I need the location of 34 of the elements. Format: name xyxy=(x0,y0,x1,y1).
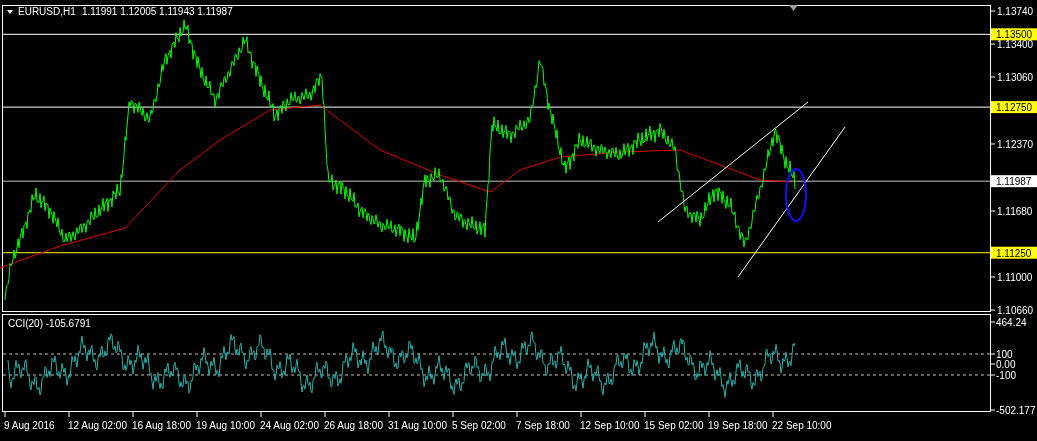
time-axis-label: 12 Sep 10:00 xyxy=(580,420,640,431)
price-axis-label: 1.13400 xyxy=(997,39,1034,50)
time-axis-label: 26 Aug 18:00 xyxy=(324,420,383,431)
price-axis-label: 1.11680 xyxy=(997,206,1033,217)
time-axis-label: 5 Sep 02:00 xyxy=(452,420,506,431)
indicator-scale-label: 0.00 xyxy=(996,359,1016,370)
indicator-scale-label: -502.177 xyxy=(996,405,1036,416)
indicator-scale-label: -100 xyxy=(996,370,1016,381)
time-axis-label: 7 Sep 18:00 xyxy=(516,420,570,431)
indicator-name: CCI(20) -105.6791 xyxy=(8,318,91,329)
price-level-label: 1.12750 xyxy=(991,101,1037,114)
price-axis-label: 1.13060 xyxy=(997,72,1034,83)
time-axis-label: 19 Sep 18:00 xyxy=(708,420,768,431)
time-axis-label: 19 Aug 10:00 xyxy=(196,420,255,431)
price-level-label: 1.13500 xyxy=(991,28,1037,41)
time-axis-label: 24 Aug 02:00 xyxy=(260,420,319,431)
price-level-label: 1.11987 xyxy=(991,175,1037,188)
time-axis-label: 9 Aug 2016 xyxy=(4,420,55,431)
time-axis-label: 31 Aug 10:00 xyxy=(388,420,447,431)
price-axis-label: 1.11000 xyxy=(997,272,1033,283)
shift-marker-icon[interactable] xyxy=(789,5,798,11)
time-axis-label: 16 Aug 18:00 xyxy=(132,420,191,431)
indicator-scale-label: 100 xyxy=(996,349,1013,360)
indicator-scale-label: 464.24 xyxy=(996,317,1027,328)
time-axis-label: 12 Aug 02:00 xyxy=(68,420,127,431)
ellipse-marker xyxy=(785,168,807,222)
collapse-triangle-icon[interactable] xyxy=(7,10,13,14)
price-axis-label: 1.10660 xyxy=(997,305,1034,316)
price-axis-label: 1.13740 xyxy=(997,6,1034,17)
price-axis-label: 1.12370 xyxy=(997,139,1034,150)
chart-symbol: EURUSD,H1 xyxy=(18,6,76,17)
time-axis-label: 15 Sep 02:00 xyxy=(644,420,704,431)
chart-ohlc-prices: 1.11991 1.12005 1.11943 1.11987 xyxy=(82,6,233,17)
time-axis-label: 22 Sep 10:00 xyxy=(772,420,832,431)
